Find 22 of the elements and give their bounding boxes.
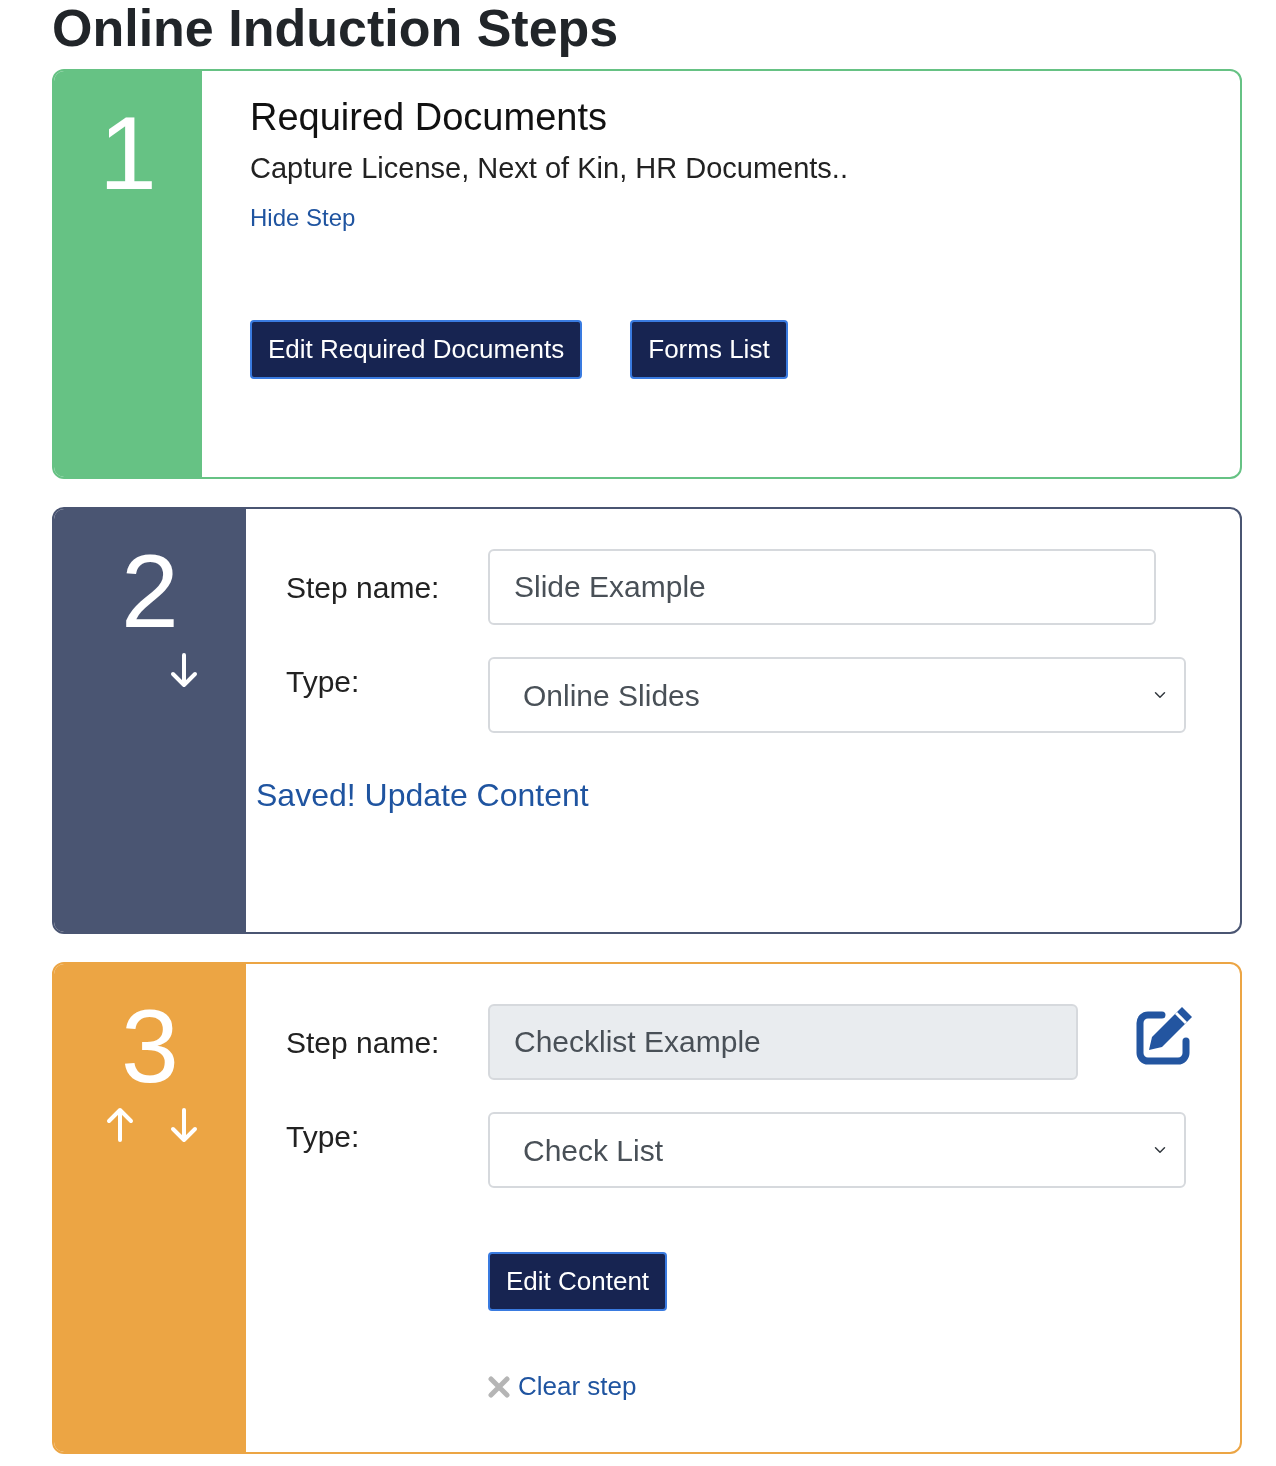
type-select[interactable]: Check List — [488, 1112, 1186, 1189]
step-button[interactable]: Edit Required Documents — [250, 320, 583, 380]
step-name-field[interactable]: Slide Example — [488, 549, 1156, 626]
step-number: 1 — [99, 101, 157, 206]
step-number: 2 — [121, 539, 179, 644]
update-content-link[interactable]: Saved! Update Content — [256, 771, 589, 820]
step-title: Required Documents — [250, 95, 608, 141]
up-arrow-icon[interactable] — [106, 1106, 134, 1145]
page-title: Online Induction Steps — [52, 0, 620, 58]
field-label: Step name: — [286, 1024, 441, 1061]
step-description: Capture License, Next of Kin, HR Documents.. — [250, 150, 849, 186]
step-number: 3 — [121, 994, 179, 1099]
field-label: Step name: — [286, 569, 441, 606]
hide-step-link[interactable]: Hide Step — [250, 204, 356, 232]
close-icon[interactable] — [488, 1375, 510, 1398]
field-label: Type: — [286, 664, 361, 701]
step-button[interactable]: Forms List — [630, 320, 788, 380]
type-select[interactable]: Online Slides — [488, 657, 1186, 734]
field-label: Type: — [286, 1119, 361, 1156]
down-arrow-icon[interactable] — [170, 651, 198, 690]
edit-content-button[interactable]: Edit Content — [488, 1252, 668, 1312]
clear-step-link[interactable]: Clear step — [518, 1367, 637, 1407]
